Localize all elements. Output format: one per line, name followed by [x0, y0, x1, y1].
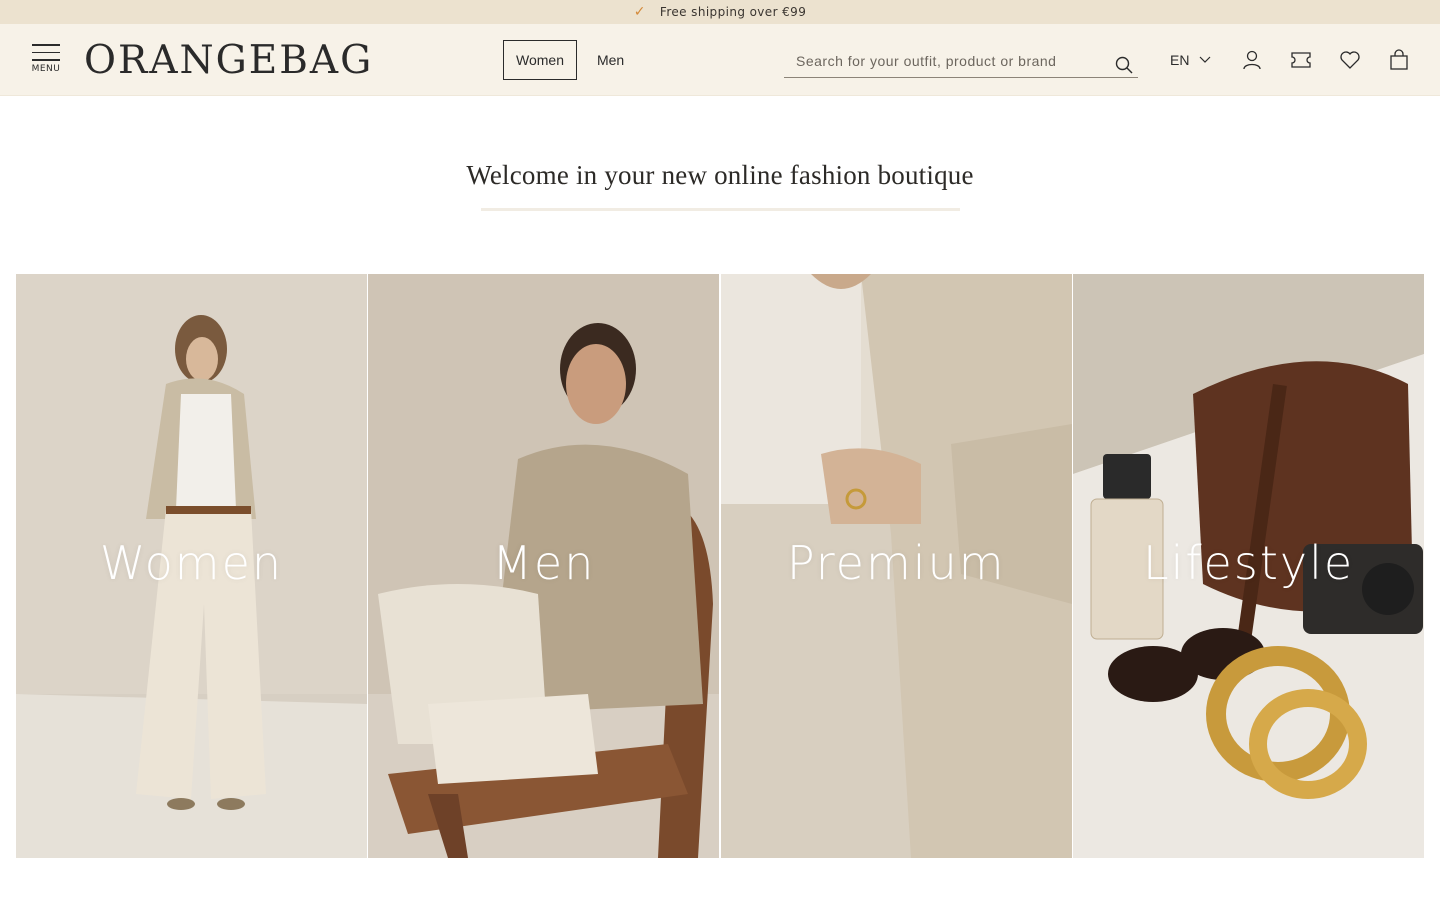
- category-tile-premium[interactable]: Premium: [720, 274, 1072, 858]
- category-tiles: Women Men Premium Lifestyle: [16, 274, 1424, 858]
- menu-label: MENU: [31, 63, 61, 74]
- check-icon: ✓: [633, 4, 646, 20]
- category-label-lifestyle: Lifestyle: [1142, 536, 1355, 590]
- hamburger-icon: [32, 44, 60, 46]
- menu-button[interactable]: MENU: [30, 44, 62, 84]
- hamburger-icon-bar: [32, 51, 60, 53]
- language-selector[interactable]: EN: [1170, 50, 1211, 70]
- wishlist-icon[interactable]: [1339, 49, 1361, 71]
- tab-men[interactable]: Men: [585, 40, 636, 80]
- announcement-text: Free shipping over €99: [659, 5, 807, 19]
- category-label-women: Women: [99, 536, 284, 590]
- page-headline: Welcome in your new online fashion bouti…: [466, 160, 974, 190]
- category-tile-men[interactable]: Men: [368, 274, 720, 858]
- category-label-premium: Premium: [786, 536, 1006, 590]
- site-header: MENU ORANGEBAG Women Men EN: [0, 24, 1440, 96]
- gift-card-icon[interactable]: [1290, 49, 1312, 71]
- category-label-men: Men: [492, 536, 596, 590]
- chevron-down-icon: [1200, 56, 1211, 63]
- search-bar: [784, 44, 1138, 78]
- search-input[interactable]: [784, 52, 1114, 69]
- tab-women[interactable]: Women: [503, 40, 577, 80]
- language-code: EN: [1170, 52, 1190, 68]
- cart-icon[interactable]: [1388, 49, 1410, 71]
- headline-divider: [481, 208, 960, 211]
- announcement-bar: ✓ Free shipping over €99: [0, 0, 1440, 24]
- search-icon[interactable]: [1114, 55, 1134, 75]
- category-tile-women[interactable]: Women: [16, 274, 367, 858]
- hamburger-icon-bar: [32, 59, 60, 61]
- account-icon[interactable]: [1241, 49, 1263, 71]
- gender-tabs: Women Men: [503, 40, 636, 80]
- category-tile-lifestyle[interactable]: Lifestyle: [1073, 274, 1424, 858]
- site-logo[interactable]: ORANGEBAG: [84, 39, 404, 83]
